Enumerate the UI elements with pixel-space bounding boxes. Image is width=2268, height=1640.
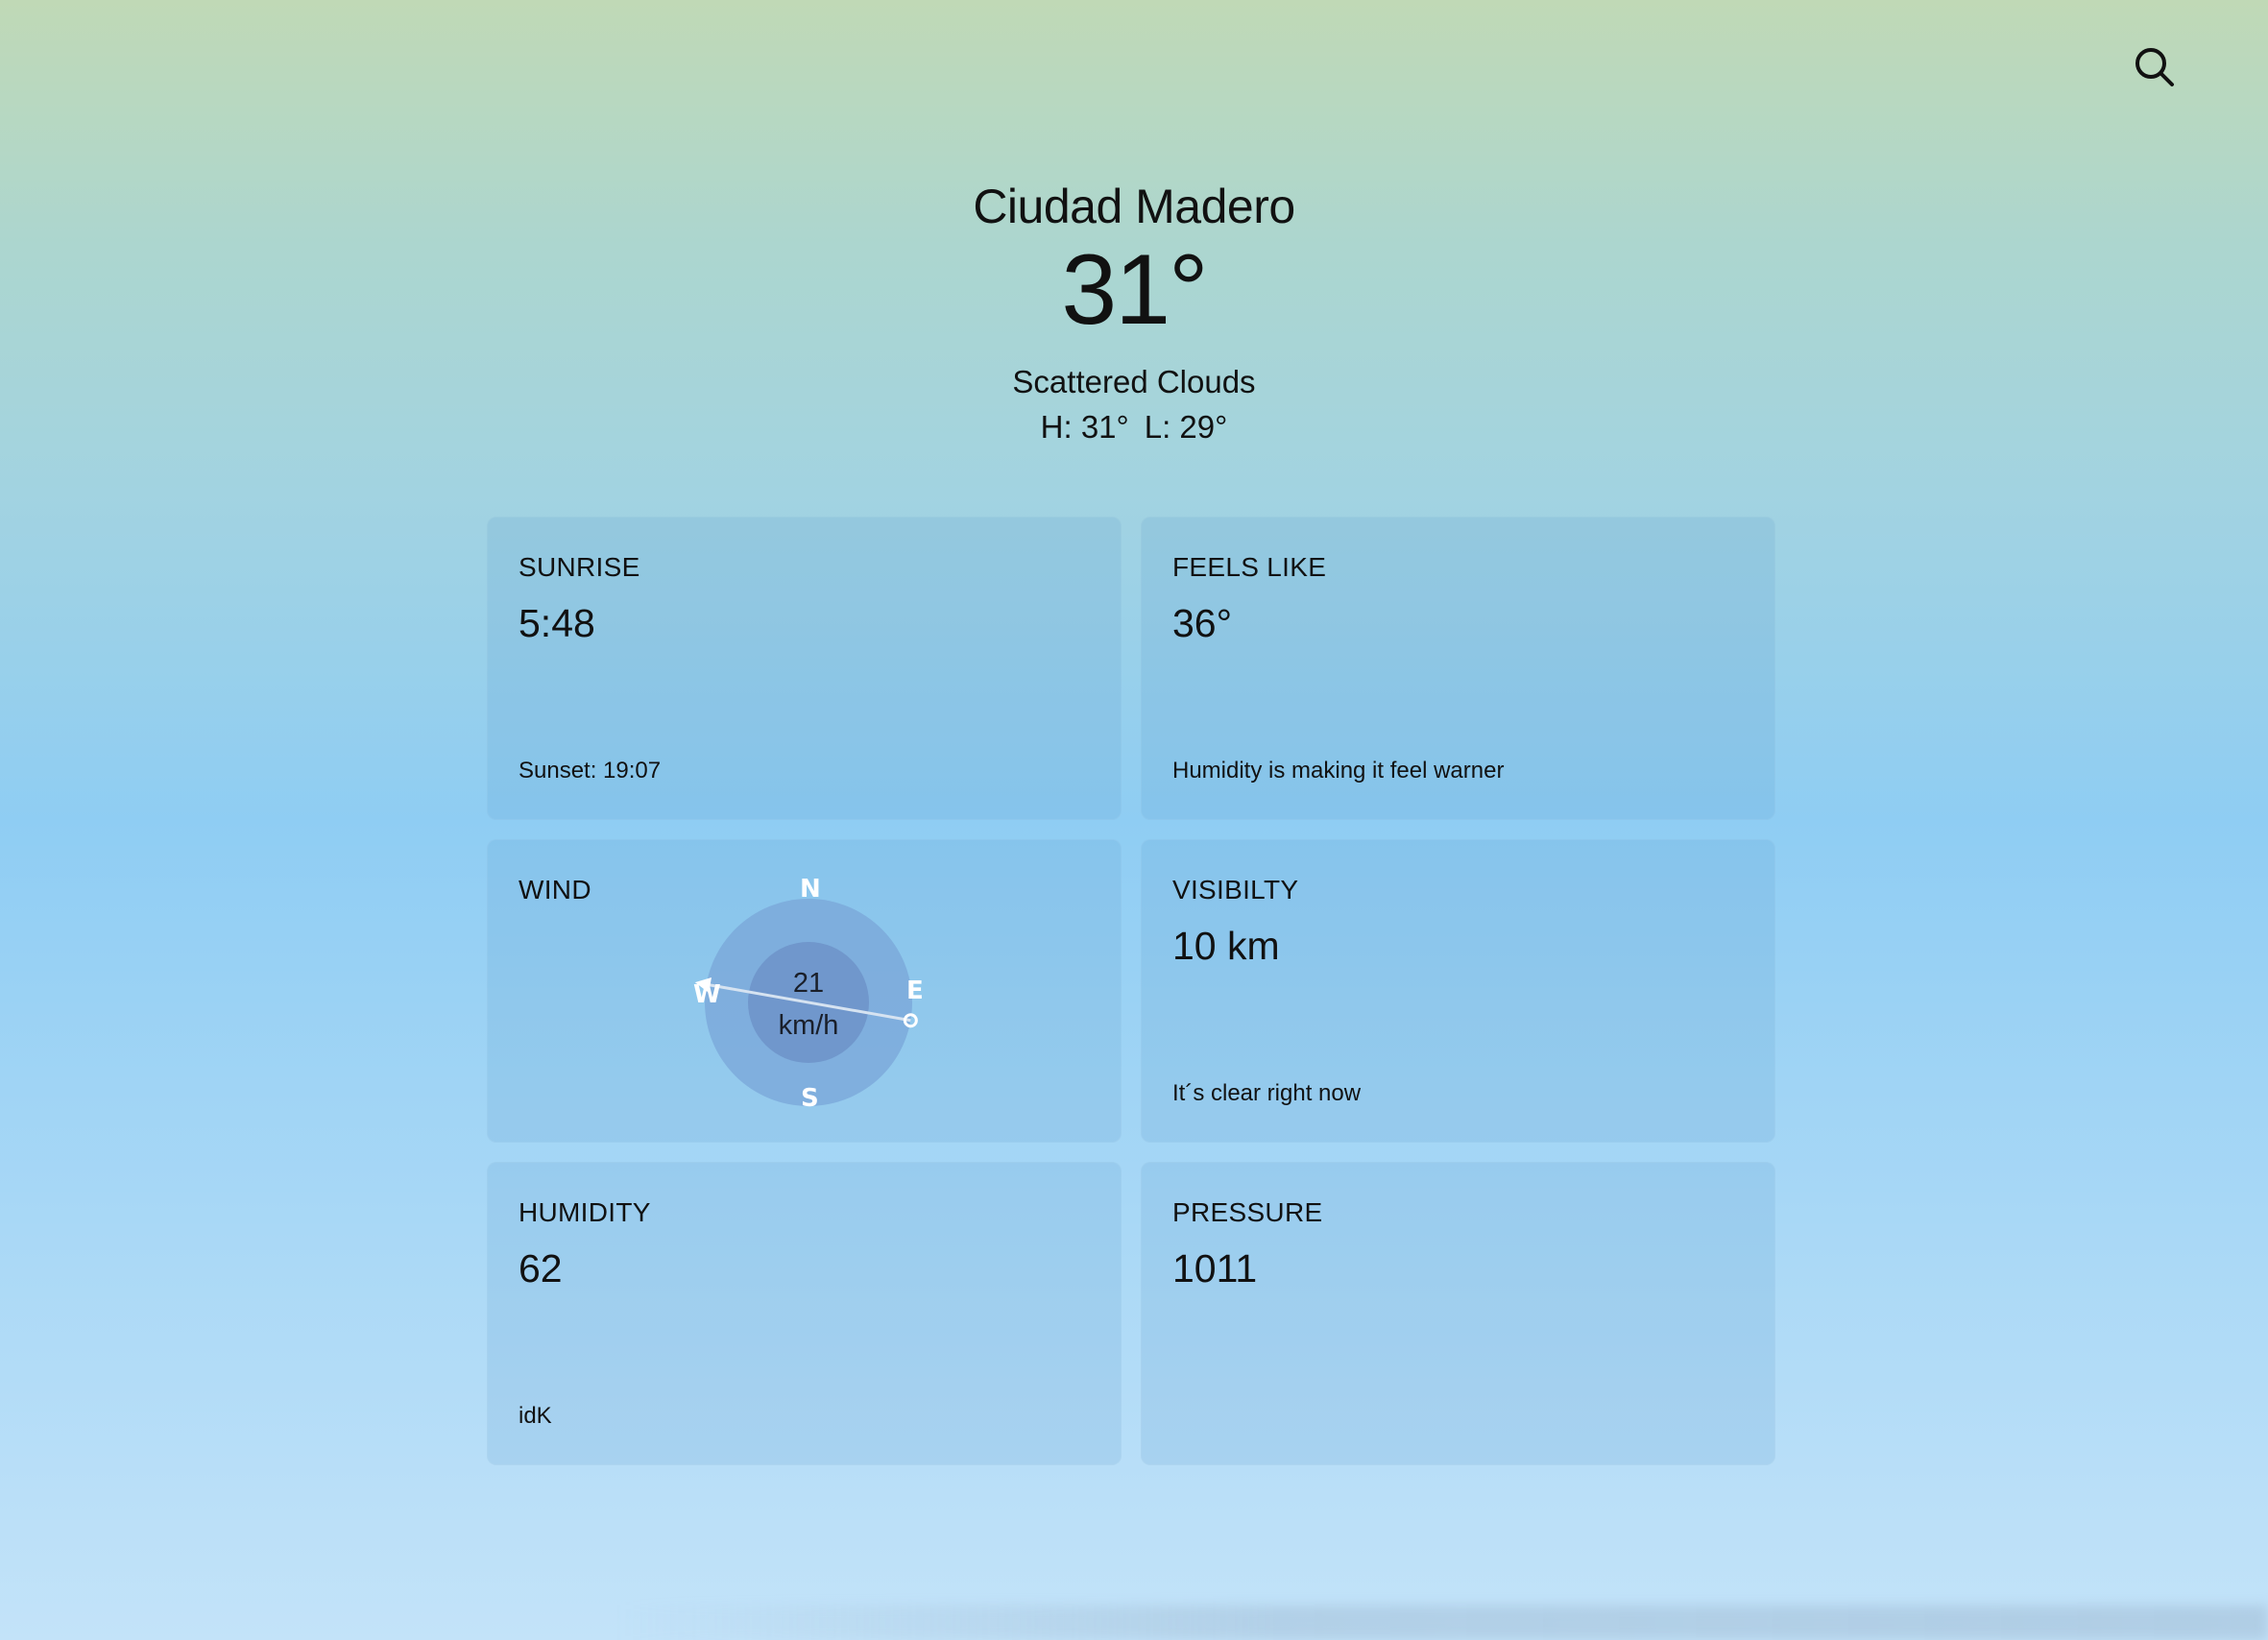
wind-speed-value: 21 <box>792 968 825 999</box>
humidity-note: idK <box>519 1403 552 1429</box>
search-button[interactable] <box>2132 44 2178 90</box>
humidity-label: HUMIDITY <box>519 1197 651 1227</box>
weather-details-grid: SUNRISE 5:48 Sunset: 19:07 FEELS LIKE 36… <box>487 517 1775 1465</box>
wind-speed: 21 km/h <box>693 962 924 1047</box>
humidity-value: 62 <box>519 1246 563 1290</box>
feels-like-card: FEELS LIKE 36° Humidity is making it fee… <box>1141 517 1775 820</box>
current-weather: Ciudad Madero 31° Scattered Clouds H: 31… <box>0 173 2268 448</box>
low-temperature: L: 29° <box>1144 409 1228 445</box>
feels-like-label: FEELS LIKE <box>1172 552 1327 582</box>
bottom-shadow <box>615 1605 2268 1640</box>
compass-east: E <box>906 977 924 1005</box>
sunrise-label: SUNRISE <box>519 552 640 582</box>
weather-condition: Scattered Clouds <box>1012 364 1256 399</box>
visibility-note: It´s clear right now <box>1172 1080 1362 1106</box>
wind-compass: 21 km/h N E S W <box>693 876 924 1118</box>
sunrise-value: 5:48 <box>519 601 595 645</box>
visibility-value: 10 km <box>1172 924 1280 968</box>
high-low: H: 31° L: 29° <box>0 406 2268 448</box>
visibility-label: VISIBILTY <box>1172 875 1299 904</box>
compass-south: S <box>801 1084 819 1113</box>
sunset-note: Sunset: 19:07 <box>519 758 662 784</box>
wind-card: WIND 21 km/h N E S W <box>487 839 1122 1143</box>
feels-like-value: 36° <box>1172 601 1233 645</box>
search-icon <box>2135 48 2174 86</box>
current-temperature: 31° <box>1061 234 1208 346</box>
wind-label: WIND <box>519 875 591 904</box>
visibility-card: VISIBILTY 10 km It´s clear right now <box>1141 839 1775 1143</box>
sunrise-card: SUNRISE 5:48 Sunset: 19:07 <box>487 517 1122 820</box>
pressure-card: PRESSURE 1011 <box>1141 1162 1775 1465</box>
pressure-value: 1011 <box>1172 1246 1258 1290</box>
high-temperature: H: 31° <box>1040 409 1129 445</box>
pressure-label: PRESSURE <box>1172 1197 1323 1227</box>
wind-speed-unit: km/h <box>778 1010 839 1041</box>
feels-like-note: Humidity is making it feel warner <box>1172 758 1505 784</box>
humidity-card: HUMIDITY 62 idK <box>487 1162 1122 1465</box>
city-name: Ciudad Madero <box>973 180 1295 233</box>
compass-west: W <box>693 980 721 1009</box>
compass-north: N <box>800 875 821 904</box>
